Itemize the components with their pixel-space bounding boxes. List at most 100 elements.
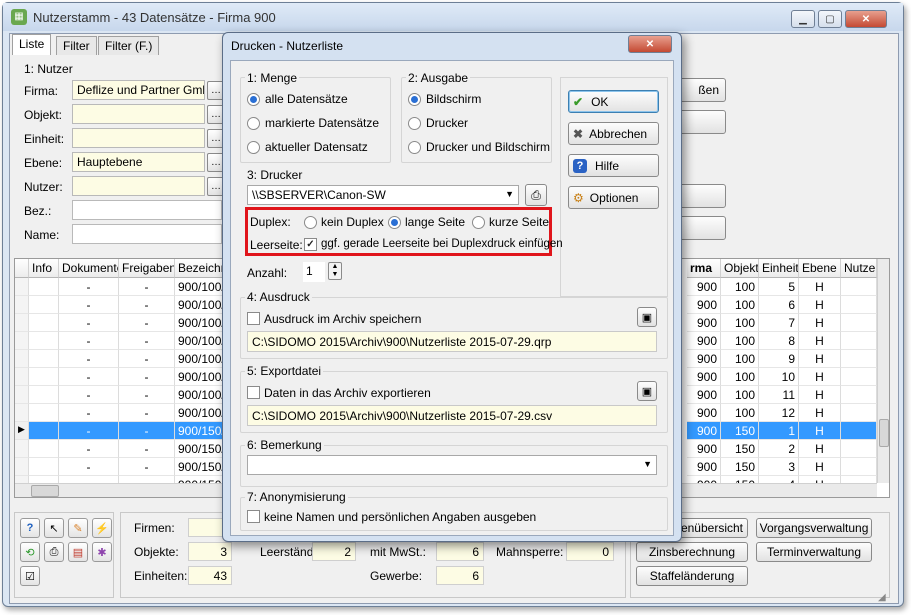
ausgabe-beide-label[interactable]: Drucker und Bildschirm — [426, 140, 550, 154]
help-icon[interactable]: ? — [20, 518, 40, 538]
ausdruck-save-button[interactable]: ▣ — [637, 307, 657, 327]
ausgabe-beide-radio[interactable] — [408, 141, 421, 154]
cell-nutzer — [841, 458, 877, 476]
printer-select[interactable]: \\SBSERVER\Canon-SW ▼ — [247, 185, 519, 205]
ausdruck-archiv-checkbox[interactable] — [247, 312, 260, 325]
grid-header-dokumente[interactable]: Dokumente — [59, 259, 119, 278]
ausgabe-drucker-label[interactable]: Drucker — [426, 116, 468, 130]
menge-markiert-radio[interactable] — [247, 117, 260, 130]
gewerbe-label: Gewerbe: — [370, 569, 423, 583]
firma-field[interactable]: Deflize und Partner GmbH — [72, 80, 205, 100]
ebene-field[interactable]: Hauptebene — [72, 152, 205, 172]
cursor-icon[interactable]: ↖ — [44, 518, 64, 538]
einheit-field[interactable] — [72, 128, 205, 148]
main-titlebar[interactable]: ▦ Nutzerstamm - 43 Datensätze - Firma 90… — [3, 3, 903, 31]
tab-filter-f[interactable]: Filter (F.) — [98, 36, 160, 55]
terminverwaltung-button[interactable]: Terminverwaltung — [756, 542, 872, 562]
duplex-lange-label[interactable]: lange Seite — [405, 215, 465, 229]
grid-horizontal-scroll-thumb[interactable] — [31, 485, 59, 497]
duplex-kurze-label[interactable]: kurze Seite — [489, 215, 549, 229]
zinsberechnung-button[interactable]: Zinsberechnung — [636, 542, 748, 562]
grid-header-firma[interactable]: rma — [687, 259, 721, 278]
duplex-kein-label[interactable]: kein Duplex — [321, 215, 384, 229]
anzahl-spinner[interactable]: ▲ ▼ — [328, 262, 342, 280]
ok-button[interactable]: ✔ OK — [568, 90, 659, 113]
printer-settings-button[interactable]: ⎙ — [525, 184, 547, 206]
refresh-icon[interactable]: ⟲ — [20, 542, 40, 562]
grid-header-nutzer[interactable]: Nutze — [841, 259, 877, 278]
grid-header-info[interactable]: Info — [29, 259, 59, 278]
minimize-icon: ▁ — [799, 13, 807, 25]
anonym-text[interactable]: keine Namen und persönlichen Angaben aus… — [264, 510, 536, 524]
duplex-kein-radio[interactable] — [304, 216, 317, 229]
grid-header-ebene[interactable]: Ebene — [799, 259, 841, 278]
objekt-field[interactable] — [72, 104, 205, 124]
anonym-checkbox[interactable] — [247, 510, 260, 523]
tab-liste[interactable]: Liste — [12, 34, 52, 55]
gewerbe-value: 6 — [436, 566, 484, 585]
dialog-titlebar[interactable]: Drucken - Nutzerliste ✕ — [223, 33, 681, 59]
ausdruck-path-field[interactable]: C:\SIDOMO 2015\Archiv\900\Nutzerliste 20… — [247, 331, 657, 352]
export-archiv-checkbox[interactable] — [247, 386, 260, 399]
grid-header-einheit[interactable]: Einheit — [759, 259, 799, 278]
resize-grip-icon[interactable]: ◢ — [878, 592, 892, 604]
cell-firma: 900 — [687, 314, 721, 332]
tab-filter[interactable]: Filter — [56, 36, 97, 55]
options-button[interactable]: ⚙ Optionen — [568, 186, 659, 209]
name-field[interactable] — [72, 224, 222, 244]
cell-dokumente: - — [59, 368, 119, 386]
close-button[interactable]: ✕ — [845, 10, 887, 28]
cell-ebene: H — [799, 368, 841, 386]
lightning-icon[interactable]: ⚡ — [92, 518, 112, 538]
anzahl-input[interactable]: 1 — [303, 262, 325, 282]
menge-aktuell-radio[interactable] — [247, 141, 260, 154]
pencil-icon[interactable]: ✎ — [68, 518, 88, 538]
cell-firma: 900 — [687, 404, 721, 422]
ausgabe-drucker-radio[interactable] — [408, 117, 421, 130]
cancel-button[interactable]: ✖ Abbrechen — [568, 122, 659, 145]
printer-icon[interactable]: ⎙ — [44, 542, 64, 562]
nutzer-field[interactable] — [72, 176, 205, 196]
cell-ebene: H — [799, 314, 841, 332]
bez-field[interactable] — [72, 200, 222, 220]
maximize-button[interactable]: ▢ — [818, 10, 842, 28]
menge-markiert-label[interactable]: markierte Datensätze — [265, 116, 379, 130]
ausdruck-archiv-label[interactable]: Ausdruck im Archiv speichern — [264, 312, 421, 326]
export-label: 5: Exportdatei — [245, 364, 324, 378]
mwst-value: 6 — [436, 542, 484, 561]
objekte-label: Objekte: — [134, 545, 179, 559]
export-icon[interactable]: ▤ — [68, 542, 88, 562]
dialog-title: Drucken - Nutzerliste — [231, 39, 344, 53]
cell-nutzer — [841, 314, 877, 332]
menge-label: 1: Menge — [245, 71, 300, 85]
duplex-kurze-radio[interactable] — [472, 216, 485, 229]
ausgabe-bildschirm-label[interactable]: Bildschirm — [426, 92, 481, 106]
grid-header-objekt[interactable]: Objekt — [721, 259, 759, 278]
menge-alle-radio[interactable] — [247, 93, 260, 106]
duplex-lange-radio[interactable] — [388, 216, 401, 229]
grid-vertical-scroll-thumb[interactable] — [879, 419, 889, 447]
grid-vertical-scrollbar[interactable] — [877, 259, 889, 483]
cell-ebene: H — [799, 350, 841, 368]
dialog-close-button[interactable]: ✕ — [628, 35, 672, 53]
export-path-field[interactable]: C:\SIDOMO 2015\Archiv\900\Nutzerliste 20… — [247, 405, 657, 426]
grid-header-freigaben[interactable]: Freigaben — [119, 259, 175, 278]
staffelaenderung-button[interactable]: Staffeländerung — [636, 566, 748, 586]
leerseite-text[interactable]: ggf. gerade Leerseite bei Duplexdruck ei… — [321, 238, 563, 250]
minimize-button[interactable]: ▁ — [791, 10, 815, 28]
vorgangsverwaltung-button[interactable]: Vorgangsverwaltung — [756, 518, 872, 538]
checkbox-icon[interactable]: ☑ — [20, 566, 40, 586]
cell-nutzer — [841, 296, 877, 314]
leerseite-checkbox[interactable]: ✓ — [304, 238, 317, 251]
menge-alle-label[interactable]: alle Datensätze — [265, 92, 348, 106]
export-save-button[interactable]: ▣ — [637, 381, 657, 401]
cell-einheit: 10 — [759, 368, 799, 386]
menge-aktuell-label[interactable]: aktueller Datensatz — [265, 140, 368, 154]
ausgabe-bildschirm-radio[interactable] — [408, 93, 421, 106]
bemerkung-select[interactable]: ▼ — [247, 455, 657, 475]
cell-nutzer — [841, 386, 877, 404]
palette-icon[interactable]: ✱ — [92, 542, 112, 562]
export-archiv-label[interactable]: Daten in das Archiv exportieren — [264, 386, 431, 400]
help-button[interactable]: ? Hilfe — [568, 154, 659, 177]
save-icon: ▣ — [641, 311, 653, 324]
